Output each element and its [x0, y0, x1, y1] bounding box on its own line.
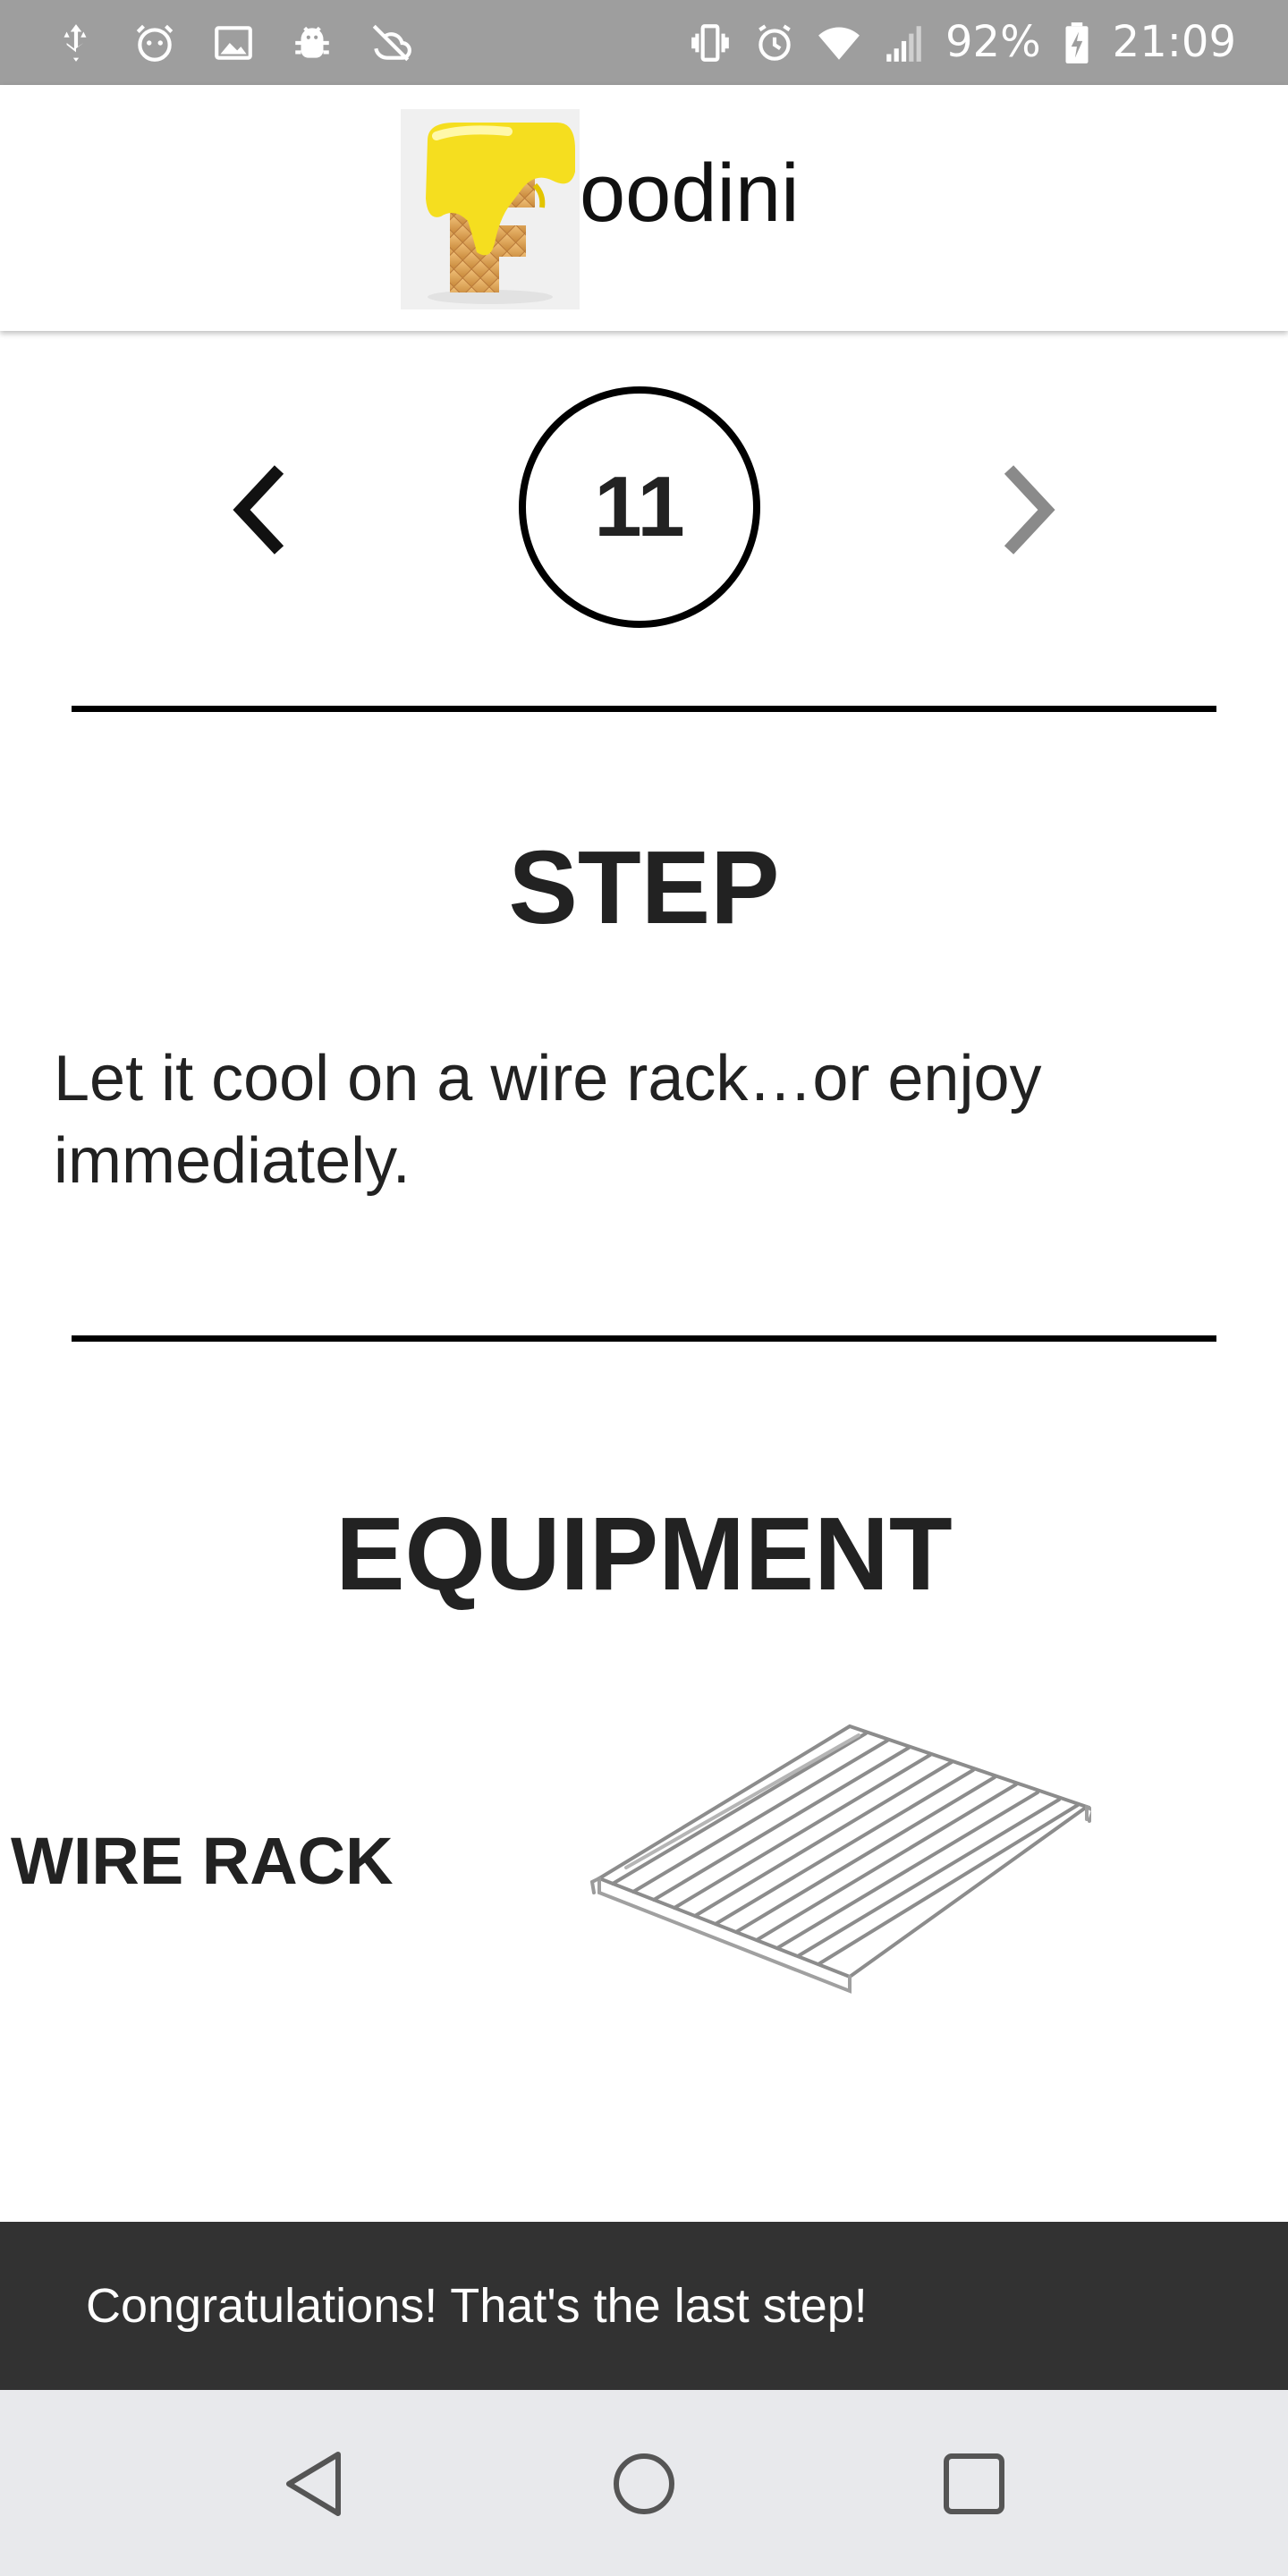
status-right-icons: 92% 21:09	[688, 0, 1236, 85]
app-brand-name: oodini	[580, 148, 800, 239]
usb-icon	[64, 23, 87, 62]
chevron-right-icon	[1004, 465, 1055, 555]
back-triangle-icon[interactable]	[267, 2435, 365, 2533]
step-number: 11	[594, 459, 685, 555]
sync-off-icon	[372, 24, 411, 61]
recents-square-icon[interactable]	[925, 2435, 1023, 2533]
home-circle-icon[interactable]	[595, 2435, 693, 2533]
battery-charging-icon	[1065, 21, 1089, 64]
divider	[72, 706, 1216, 712]
signal-icon	[886, 25, 921, 62]
next-step-button[interactable]	[984, 452, 1073, 568]
equipment-heading: EQUIPMENT	[335, 1496, 953, 1612]
status-left-icons	[54, 0, 413, 85]
chevron-left-icon	[233, 465, 284, 555]
snackbar: Congratulations! That's the last step!	[0, 2222, 1288, 2390]
android-debug-icon	[295, 26, 329, 58]
previous-step-button[interactable]	[215, 452, 304, 568]
foodini-logo-icon	[401, 109, 580, 309]
clock-time: 21:09	[1112, 17, 1236, 67]
status-bar: 92% 21:09	[0, 0, 1288, 85]
step-number-badge: 11	[519, 386, 760, 628]
equipment-item-name: WIRE RACK	[11, 1824, 394, 1898]
vibrate-icon	[691, 23, 729, 62]
wire-rack-image	[590, 1724, 1091, 1994]
snackbar-message: Congratulations! That's the last step!	[86, 2279, 868, 2333]
image-icon	[215, 25, 252, 60]
wifi-icon	[818, 27, 860, 60]
battery-percent: 92%	[945, 17, 1041, 67]
step-heading: STEP	[508, 829, 780, 945]
system-nav-bar	[0, 2390, 1288, 2576]
alarm-face-icon	[136, 24, 174, 62]
app-bar: oodini	[0, 85, 1288, 331]
step-instruction-text: Let it cool on a wire rack…or enjoy imme…	[54, 1043, 1042, 1197]
divider	[72, 1335, 1216, 1342]
alarm-clock-icon	[758, 24, 791, 61]
